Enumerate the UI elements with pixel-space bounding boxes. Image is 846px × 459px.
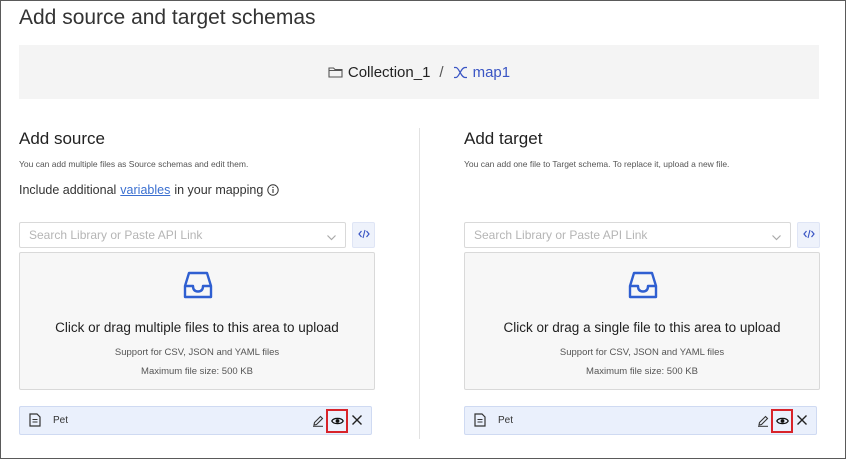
source-dropzone-text: Click or drag multiple files to this are… xyxy=(55,320,339,335)
include-variables-line: Include additional variables in your map… xyxy=(19,183,375,197)
target-api-code-button[interactable] xyxy=(797,222,820,248)
source-api-code-button[interactable] xyxy=(352,222,375,248)
source-dropzone-max-size: Maximum file size: 500 KB xyxy=(141,366,253,377)
inbox-tray-icon xyxy=(182,269,214,306)
folder-icon xyxy=(328,66,343,78)
code-icon xyxy=(802,226,815,244)
target-description: You can add one file to Target schema. T… xyxy=(464,159,730,169)
target-title: Add target xyxy=(464,129,543,148)
target-file-name: Pet xyxy=(498,415,514,426)
breadcrumb-map[interactable]: map1 xyxy=(453,63,511,81)
breadcrumb-collection[interactable]: Collection_1 xyxy=(328,63,431,81)
breadcrumb: Collection_1 / map1 xyxy=(19,45,819,99)
source-search-input[interactable] xyxy=(20,223,310,247)
edit-icon[interactable] xyxy=(757,414,769,432)
target-upload-dropzone[interactable]: Click or drag a single file to this area… xyxy=(464,252,820,390)
target-dropzone-text: Click or drag a single file to this area… xyxy=(503,320,781,335)
source-file-name: Pet xyxy=(53,415,69,426)
edit-icon[interactable] xyxy=(312,414,324,432)
breadcrumb-separator: / xyxy=(439,63,444,81)
include-suffix: in your mapping xyxy=(174,183,264,197)
close-icon[interactable] xyxy=(796,413,808,431)
target-file-item: Pet xyxy=(464,406,817,435)
inbox-tray-icon xyxy=(627,269,659,306)
source-description: You can add multiple files as Source sch… xyxy=(19,159,249,169)
source-file-item: Pet xyxy=(19,406,372,435)
info-icon[interactable] xyxy=(267,184,279,196)
target-search-select[interactable] xyxy=(464,222,791,248)
page-title: Add source and target schemas xyxy=(19,6,316,29)
source-title: Add source xyxy=(19,129,105,148)
variables-link[interactable]: variables xyxy=(120,183,170,197)
document-icon xyxy=(474,413,486,432)
chevron-down-icon[interactable] xyxy=(771,230,782,248)
document-icon xyxy=(29,413,41,432)
target-dropzone-max-size: Maximum file size: 500 KB xyxy=(586,366,698,377)
column-divider xyxy=(419,128,420,439)
target-search-input[interactable] xyxy=(465,223,755,247)
include-prefix: Include additional xyxy=(19,183,117,197)
breadcrumb-collection-label: Collection_1 xyxy=(347,63,431,81)
source-column: Add source You can add multiple files as… xyxy=(19,129,375,435)
source-search-select[interactable] xyxy=(19,222,346,248)
eye-icon[interactable] xyxy=(326,409,348,433)
map-icon xyxy=(453,66,468,79)
target-dropzone-support: Support for CSV, JSON and YAML files xyxy=(559,347,725,358)
chevron-down-icon[interactable] xyxy=(326,230,337,248)
close-icon[interactable] xyxy=(351,413,363,431)
source-dropzone-support: Support for CSV, JSON and YAML files xyxy=(114,347,280,358)
source-upload-dropzone[interactable]: Click or drag multiple files to this are… xyxy=(19,252,375,390)
breadcrumb-map-label: map1 xyxy=(472,63,511,81)
schema-setup-panel: Add source and target schemas Collection… xyxy=(0,0,846,459)
target-column: Add target You can add one file to Targe… xyxy=(464,129,820,435)
code-icon xyxy=(357,226,370,244)
target-search-row xyxy=(464,222,820,248)
source-search-row xyxy=(19,222,375,248)
eye-icon[interactable] xyxy=(771,409,793,433)
